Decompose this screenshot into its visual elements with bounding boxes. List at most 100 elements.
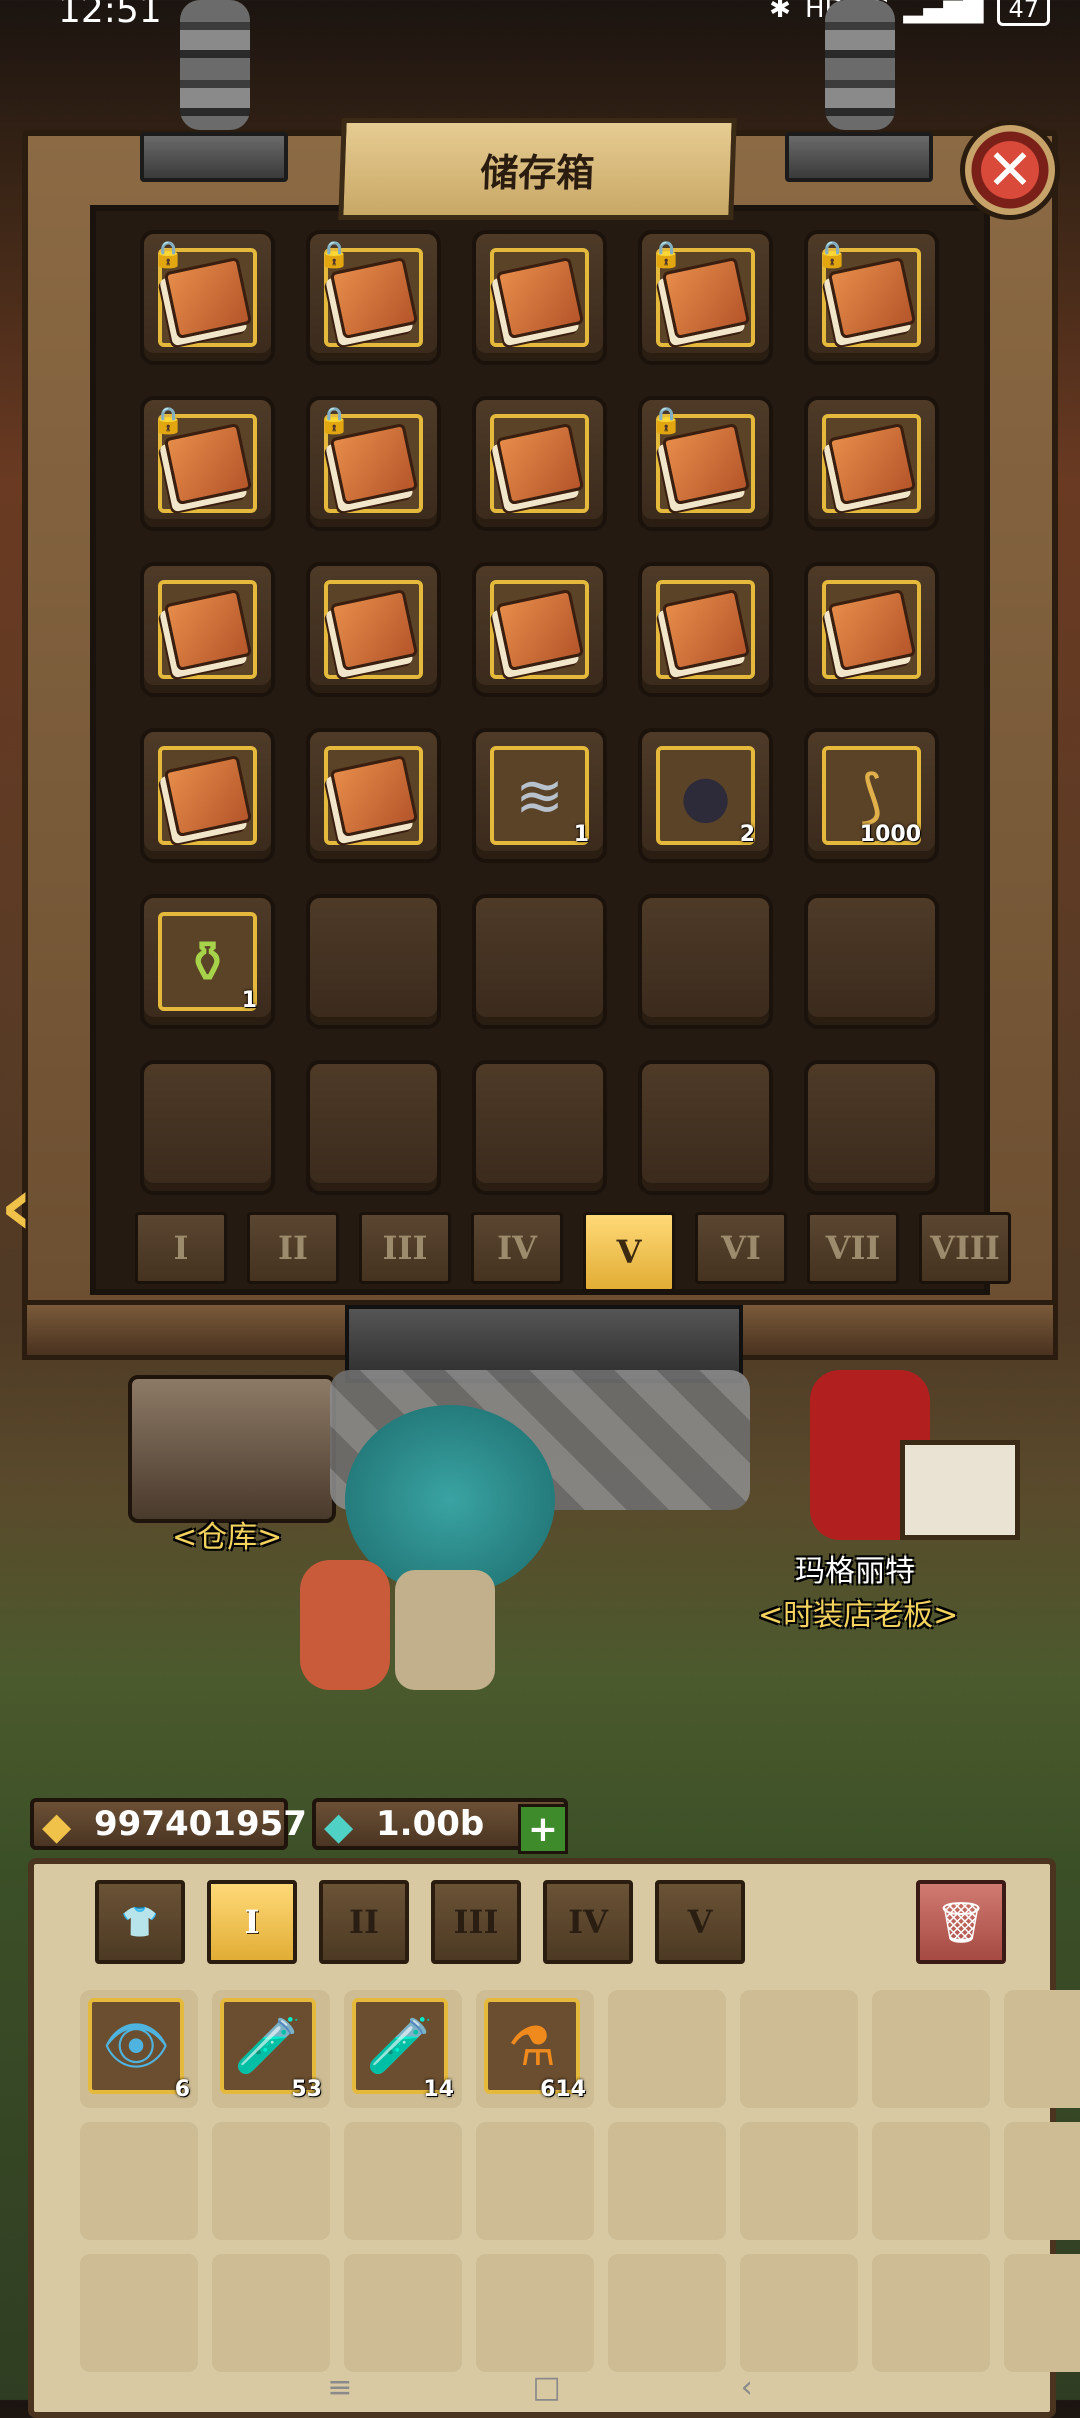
inventory-slot[interactable] (212, 2122, 330, 2240)
back-nav-icon[interactable]: ‹ (741, 2370, 753, 2405)
storage-slot-empty[interactable] (306, 894, 441, 1029)
status-bar: 12:51 ✱ HD 5G ▂▄▆█ 47 (0, 0, 1080, 40)
storage-slot[interactable]: 🔒 (306, 230, 441, 365)
inventory-slot[interactable] (1004, 2254, 1080, 2372)
storage-page-3[interactable]: III (359, 1212, 451, 1284)
inventory-slot[interactable] (608, 1990, 726, 2108)
home-nav-icon[interactable]: □ (532, 2370, 560, 2405)
inventory-slot[interactable] (1004, 1990, 1080, 2108)
inventory-slot[interactable] (608, 2254, 726, 2372)
storage-slot[interactable]: 🔒 (638, 396, 773, 531)
book-shape (495, 256, 584, 339)
inventory-slot[interactable]: 🧪 53 (212, 1990, 330, 2108)
storage-page-7[interactable]: VII (807, 1212, 899, 1284)
storage-slot-empty[interactable] (638, 1060, 773, 1195)
inventory-slot[interactable]: 🧪 14 (344, 1990, 462, 2108)
storage-page-6[interactable]: VI (695, 1212, 787, 1284)
inventory-slot[interactable] (80, 2254, 198, 2372)
storage-slot[interactable] (804, 396, 939, 531)
storage-slot-empty[interactable] (804, 894, 939, 1029)
npc-name: 玛格丽特 (795, 1554, 915, 1589)
eye-scroll-icon: 👁 (88, 1998, 184, 2094)
storage-page-5[interactable]: V (583, 1212, 675, 1292)
storage-slot[interactable] (140, 562, 275, 697)
left-arrow-icon[interactable]: ‹ (0, 1160, 33, 1253)
inventory-slot[interactable] (344, 2122, 462, 2240)
shirt-tab-icon[interactable]: 👕 (95, 1880, 185, 1964)
item-quantity: 614 (540, 2077, 586, 2102)
storage-slot-empty[interactable] (306, 1060, 441, 1195)
book-icon (490, 580, 589, 679)
storage-slot[interactable]: 🔒 (804, 230, 939, 365)
storage-slot[interactable] (472, 230, 607, 365)
storage-slot[interactable] (306, 728, 441, 863)
lock-icon: 🔒 (318, 406, 351, 436)
storage-slot-empty[interactable] (472, 1060, 607, 1195)
book-shape (163, 754, 252, 837)
book-icon (822, 580, 921, 679)
inventory-slot[interactable] (344, 2254, 462, 2372)
storage-slot-empty[interactable] (472, 894, 607, 1029)
storage-slot[interactable]: 🔒 (140, 230, 275, 365)
lock-icon: 🔒 (650, 240, 683, 270)
book-icon (822, 414, 921, 513)
inventory-tab-2[interactable]: II (319, 1880, 409, 1964)
panel-clip-right (785, 132, 933, 182)
storage-page-2[interactable]: II (247, 1212, 339, 1284)
storage-page-4[interactable]: IV (471, 1212, 563, 1284)
inventory-slot[interactable] (476, 2122, 594, 2240)
inventory-slot[interactable] (740, 2254, 858, 2372)
inventory-tab-3[interactable]: III (431, 1880, 521, 1964)
inventory-tabs: 👕 I II III IV V (95, 1880, 745, 1964)
storage-slot[interactable] (306, 562, 441, 697)
add-gems-button[interactable]: + (518, 1804, 568, 1854)
inventory-slot[interactable] (1004, 2122, 1080, 2240)
lock-icon: 🔒 (318, 240, 351, 270)
close-button[interactable]: ✕ (960, 120, 1060, 220)
inventory-slot[interactable] (740, 1990, 858, 2108)
inventory-tab-4[interactable]: IV (543, 1880, 633, 1964)
storage-slot[interactable] (472, 562, 607, 697)
inventory-slot[interactable]: ⚗ 614 (476, 1990, 594, 2108)
inventory-slot[interactable] (80, 2122, 198, 2240)
panel-clip-left (140, 132, 288, 182)
menu-nav-icon[interactable]: ≡ (327, 2370, 352, 2405)
storage-slot[interactable]: 🔒 (638, 230, 773, 365)
storage-slot[interactable] (140, 728, 275, 863)
storage-slot[interactable]: ⟆ 1000 (804, 728, 939, 863)
system-nav-bar: ≡ □ ‹ (0, 2370, 1080, 2405)
inventory-slot[interactable] (476, 2254, 594, 2372)
storage-slot-empty[interactable] (638, 894, 773, 1029)
inventory-slot[interactable] (740, 2122, 858, 2240)
storage-slot[interactable]: 🔒 (140, 396, 275, 531)
status-indicators: ✱ HD 5G ▂▄▆█ 47 (769, 0, 1050, 26)
storage-slot[interactable] (638, 562, 773, 697)
battery-level: 47 (997, 0, 1050, 26)
inventory-slot[interactable] (212, 2254, 330, 2372)
inventory-slot[interactable] (608, 2122, 726, 2240)
storage-slot[interactable] (472, 396, 607, 531)
storage-slot[interactable]: ⚱ 1 (140, 894, 275, 1029)
inventory-slot[interactable]: 👁 6 (80, 1990, 198, 2108)
close-icon: ✕ (986, 137, 1034, 203)
inventory-tab-1[interactable]: I (207, 1880, 297, 1964)
inventory-tab-5[interactable]: V (655, 1880, 745, 1964)
item-quantity: 1 (241, 988, 257, 1013)
inventory-slot[interactable] (872, 2122, 990, 2240)
storage-slot[interactable]: ● 2 (638, 728, 773, 863)
inventory-slot[interactable] (872, 1990, 990, 2108)
storage-title: 储存箱 (338, 118, 737, 220)
inventory-slot[interactable] (872, 2254, 990, 2372)
storage-slot-empty[interactable] (140, 1060, 275, 1195)
storage-page-1[interactable]: I (135, 1212, 227, 1284)
trash-button[interactable]: 🗑 (916, 1880, 1006, 1964)
lock-icon: 🔒 (650, 406, 683, 436)
storage-slot-empty[interactable] (804, 1060, 939, 1195)
storage-slot[interactable]: 🔒 (306, 396, 441, 531)
book-shape (495, 422, 584, 505)
storage-slot[interactable] (804, 562, 939, 697)
storage-page-8[interactable]: VIII (919, 1212, 1011, 1284)
warehouse-chest[interactable] (128, 1375, 336, 1523)
book-icon (158, 580, 257, 679)
storage-slot[interactable]: ≋ 1 (472, 728, 607, 863)
